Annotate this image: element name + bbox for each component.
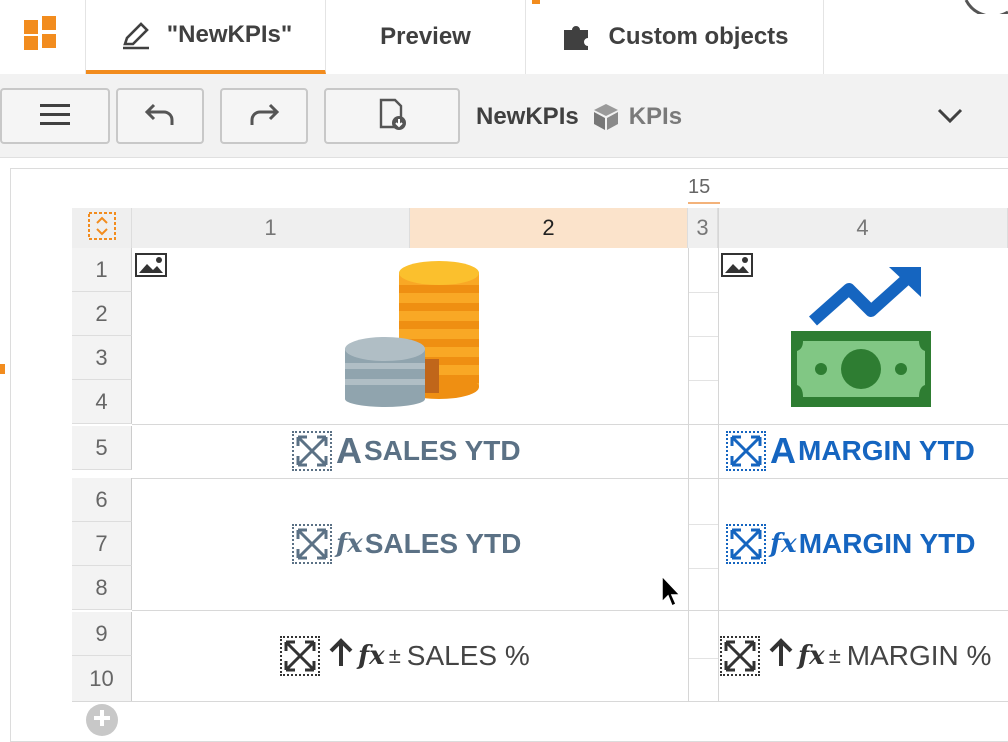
save-sheet-button[interactable] bbox=[324, 88, 460, 144]
breadcrumb: NewKPIs KPIs bbox=[476, 102, 682, 132]
image-icon bbox=[135, 253, 167, 277]
logo-square bbox=[24, 36, 38, 50]
grid-line bbox=[688, 568, 718, 569]
plus-icon bbox=[93, 709, 111, 732]
kpi-value-margin[interactable]: fx MARGIN YTD bbox=[726, 524, 976, 564]
expand-icon bbox=[292, 431, 332, 471]
cube-icon bbox=[591, 102, 621, 132]
kpi-value-text: SALES YTD bbox=[364, 528, 522, 559]
arrow-up-icon bbox=[768, 637, 794, 675]
canvas-edge-marker bbox=[0, 364, 5, 374]
add-row-button[interactable] bbox=[86, 704, 118, 736]
image-icon bbox=[721, 253, 753, 277]
row-header[interactable]: 4 bbox=[72, 380, 132, 424]
row-header[interactable]: 5 bbox=[72, 426, 132, 470]
image-object-money[interactable] bbox=[719, 249, 1008, 424]
kpi-change-sales[interactable]: fx ± SALES % bbox=[280, 636, 530, 676]
grid-line bbox=[688, 658, 718, 659]
logo-square bbox=[42, 34, 56, 48]
expand-icon bbox=[292, 524, 332, 564]
undo-icon bbox=[144, 101, 176, 132]
grid-corner[interactable] bbox=[72, 208, 132, 248]
expand-icon bbox=[720, 636, 760, 676]
formula-icon: fx bbox=[798, 641, 825, 671]
menu-button[interactable] bbox=[0, 88, 110, 144]
redo-icon bbox=[248, 101, 280, 132]
tab-label: Preview bbox=[380, 23, 471, 50]
logo-square bbox=[42, 16, 56, 30]
kpi-value-text: MARGIN YTD bbox=[798, 528, 976, 559]
ruler-highlight bbox=[688, 202, 720, 204]
undo-button[interactable] bbox=[116, 88, 204, 144]
avatar-edge[interactable] bbox=[964, 0, 1008, 14]
ruler-marker: 15 bbox=[688, 176, 711, 198]
formula-icon: fx bbox=[358, 641, 385, 671]
block-divider bbox=[72, 701, 1008, 702]
money-growth-icon bbox=[791, 267, 931, 407]
tab-label: "NewKPIs" bbox=[166, 21, 293, 48]
plus-minus-icon: ± bbox=[388, 643, 401, 668]
row-header[interactable]: 3 bbox=[72, 336, 132, 380]
layout-grid: 1 2 3 4 1 2 3 4 5 6 7 8 9 10 A SALES YTD… bbox=[72, 208, 1008, 702]
row-header[interactable]: 6 bbox=[72, 478, 132, 522]
column-header-selected[interactable]: 2 bbox=[410, 208, 688, 248]
tab-custom-objects[interactable]: Custom objects bbox=[526, 0, 824, 74]
tab-newkpis[interactable]: "NewKPIs" bbox=[86, 0, 326, 74]
block-divider bbox=[132, 424, 1008, 425]
coins-stack-icon bbox=[345, 261, 479, 407]
expand-icon bbox=[726, 524, 766, 564]
plus-minus-icon: ± bbox=[828, 643, 841, 668]
formula-icon: fx bbox=[770, 529, 797, 559]
kpi-label-margin[interactable]: A MARGIN YTD bbox=[726, 430, 975, 472]
kpi-label-text: MARGIN YTD bbox=[798, 435, 975, 466]
kpi-change-margin[interactable]: fx ± MARGIN % bbox=[720, 636, 1008, 676]
grid-line bbox=[688, 336, 718, 337]
app-logo[interactable] bbox=[0, 0, 86, 74]
logo-square bbox=[24, 20, 38, 34]
row-header[interactable]: 1 bbox=[72, 248, 132, 292]
block-divider bbox=[132, 478, 1008, 479]
column-header[interactable]: 3 bbox=[688, 208, 718, 248]
grid-line bbox=[688, 380, 718, 381]
top-tab-bar: "NewKPIs" Preview Custom objects bbox=[0, 0, 1008, 74]
grid-line bbox=[688, 524, 718, 525]
arrow-up-icon bbox=[328, 637, 354, 675]
expand-icon bbox=[280, 636, 320, 676]
row-header[interactable]: 8 bbox=[72, 566, 132, 610]
grid-line bbox=[688, 292, 718, 293]
kpi-change-text: SALES % bbox=[406, 640, 530, 671]
image-object-coins[interactable] bbox=[133, 249, 688, 424]
pencil-icon bbox=[119, 18, 153, 52]
kpi-value-sales[interactable]: fx SALES YTD bbox=[292, 524, 521, 564]
tab-preview[interactable]: Preview bbox=[326, 0, 526, 74]
row-header[interactable]: 9 bbox=[72, 612, 132, 656]
download-sheet-icon bbox=[375, 97, 409, 136]
column-divider bbox=[688, 248, 689, 702]
mouse-cursor-icon bbox=[661, 574, 682, 608]
kpi-change-text: MARGIN % bbox=[846, 640, 992, 671]
kpi-label-sales[interactable]: A SALES YTD bbox=[292, 430, 521, 472]
tab-label: Custom objects bbox=[608, 23, 789, 50]
resize-vertical-icon bbox=[87, 211, 117, 246]
toolbar: NewKPIs KPIs bbox=[0, 74, 1008, 158]
breadcrumb-sheet[interactable]: KPIs bbox=[629, 103, 682, 131]
text-object-icon: A bbox=[770, 430, 796, 471]
column-header[interactable]: 1 bbox=[132, 208, 410, 248]
kpi-label-text: SALES YTD bbox=[364, 435, 521, 466]
formula-icon: fx bbox=[336, 529, 363, 559]
hamburger-icon bbox=[40, 102, 70, 131]
row-header[interactable]: 2 bbox=[72, 292, 132, 336]
redo-button[interactable] bbox=[220, 88, 308, 144]
breadcrumb-app[interactable]: NewKPIs bbox=[476, 103, 579, 131]
puzzle-icon bbox=[560, 20, 594, 54]
column-header[interactable]: 4 bbox=[718, 208, 1008, 248]
row-header[interactable]: 7 bbox=[72, 522, 132, 566]
expand-icon bbox=[726, 431, 766, 471]
row-header[interactable]: 10 bbox=[72, 656, 132, 702]
block-divider bbox=[132, 610, 1008, 611]
text-object-icon: A bbox=[336, 430, 362, 471]
chevron-down-icon[interactable] bbox=[934, 104, 966, 133]
